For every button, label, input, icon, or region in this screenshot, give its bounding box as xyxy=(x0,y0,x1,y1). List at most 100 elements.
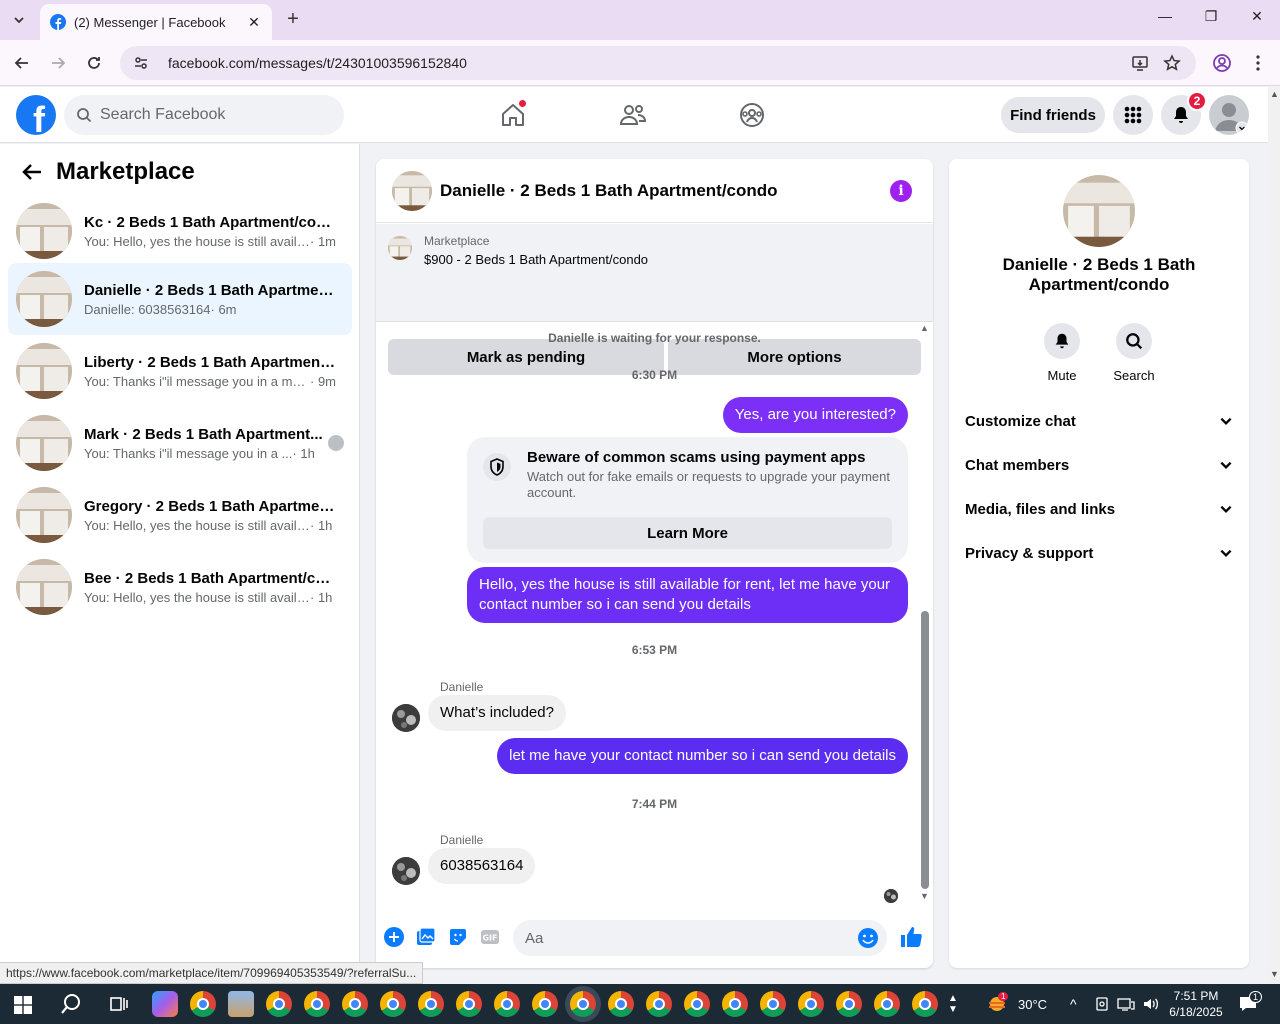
message-input[interactable] xyxy=(525,929,845,947)
sender-avatar[interactable] xyxy=(392,704,420,732)
notification-center-icon[interactable]: 1 xyxy=(1238,984,1263,1024)
chrome-profile-icon[interactable] xyxy=(418,991,444,1017)
chrome-profile-icon[interactable] xyxy=(380,991,406,1017)
taskbar-scroll-icon[interactable]: ▲ ▼ xyxy=(948,984,958,1024)
page-scrollbar[interactable]: ▲ ▼ xyxy=(1268,87,1280,984)
search-input[interactable] xyxy=(100,106,320,124)
back-icon[interactable] xyxy=(10,51,34,75)
task-view-icon[interactable] xyxy=(110,995,128,1018)
account-avatar[interactable] xyxy=(1209,95,1249,135)
tab-search-chevron-icon[interactable] xyxy=(8,9,30,31)
chrome-profile-icon[interactable] xyxy=(342,991,368,1017)
chat-title[interactable]: Danielle · 2 Beds 1 Bath Apartment/condo xyxy=(440,181,890,201)
chrome-profile-icon[interactable] xyxy=(760,991,786,1017)
system-clock[interactable]: 7:51 PM 6/18/2025 xyxy=(1166,984,1226,1024)
message-input-field[interactable] xyxy=(513,920,887,956)
outgoing-message[interactable]: let me have your contact number so i can… xyxy=(497,738,908,774)
chrome-profile-icon[interactable] xyxy=(684,991,710,1017)
url-text[interactable]: facebook.com/messages/t/2430100359615284… xyxy=(168,55,1196,71)
restore-button[interactable]: ❐ xyxy=(1196,8,1226,25)
conversation-item[interactable]: Gregory · 2 Beds 1 Bath Apartment... You… xyxy=(8,483,352,547)
gif-icon[interactable]: GIF xyxy=(479,926,501,948)
conversation-item[interactable]: Kc · 2 Beds 1 Bath Apartment/condo You: … xyxy=(8,199,352,263)
chrome-profile-icon[interactable] xyxy=(912,991,938,1017)
chrome-profile-icon[interactable] xyxy=(494,991,520,1017)
paint-app-icon[interactable] xyxy=(228,991,254,1017)
minimize-button[interactable]: — xyxy=(1150,8,1180,24)
sticker-icon[interactable] xyxy=(447,926,469,948)
site-info-icon[interactable] xyxy=(132,54,150,72)
bookmark-star-icon[interactable] xyxy=(1162,53,1182,73)
groups-icon[interactable] xyxy=(736,99,768,131)
listing-small-thumbnail[interactable] xyxy=(388,236,412,260)
volume-icon[interactable] xyxy=(1142,984,1160,1024)
browser-menu-icon[interactable] xyxy=(1246,51,1270,75)
new-tab-button[interactable]: + xyxy=(282,9,304,31)
weather-widget[interactable]: 1 30°C xyxy=(986,984,1047,1024)
scroll-up-icon[interactable]: ▲ xyxy=(920,323,929,333)
chat-listing-thumbnail[interactable] xyxy=(392,170,432,211)
conversation-item-active[interactable]: Danielle · 2 Beds 1 Bath Apartment... Da… xyxy=(8,263,352,335)
media-files-links-section[interactable]: Media, files and links xyxy=(957,487,1241,531)
photo-icon[interactable] xyxy=(415,926,437,948)
chrome-profile-icon[interactable] xyxy=(532,991,558,1017)
learn-more-button[interactable]: Learn More xyxy=(483,517,892,549)
mute-action[interactable]: Mute xyxy=(1032,323,1092,383)
install-app-icon[interactable] xyxy=(1130,53,1150,73)
chat-members-section[interactable]: Chat members xyxy=(957,443,1241,487)
chrome-profile-icon-active[interactable] xyxy=(570,991,596,1017)
network-icon[interactable] xyxy=(1117,984,1135,1024)
address-bar[interactable]: facebook.com/messages/t/2430100359615284… xyxy=(120,46,1196,80)
thumbs-up-icon[interactable] xyxy=(898,924,924,950)
sender-avatar[interactable] xyxy=(392,857,420,885)
chrome-profile-icon[interactable] xyxy=(266,991,292,1017)
emoji-icon[interactable] xyxy=(857,927,879,954)
profile-icon[interactable] xyxy=(1210,51,1234,75)
plus-icon[interactable] xyxy=(383,926,405,948)
chrome-profile-icon[interactable] xyxy=(456,991,482,1017)
friends-icon[interactable] xyxy=(617,99,649,131)
home-icon[interactable] xyxy=(497,99,529,131)
conversation-item[interactable]: Bee · 2 Beds 1 Bath Apartment/co... You:… xyxy=(8,555,352,619)
windows-start-icon[interactable] xyxy=(14,996,32,1019)
outgoing-message[interactable]: Hello, yes the house is still available … xyxy=(467,567,908,623)
facebook-logo-icon[interactable]: f xyxy=(16,95,56,135)
page-scroll-up-icon[interactable]: ▲ xyxy=(1270,89,1279,99)
notifications-bell-icon[interactable]: 2 xyxy=(1161,91,1207,135)
browser-tab-messenger[interactable]: (2) Messenger | Facebook ✕ xyxy=(40,4,272,40)
outgoing-message[interactable]: Yes, are you interested? xyxy=(722,397,908,433)
reload-icon[interactable] xyxy=(82,51,106,75)
info-listing-thumbnail[interactable] xyxy=(1063,175,1135,247)
tab-close-icon[interactable]: ✕ xyxy=(246,14,262,30)
incoming-message[interactable]: 6038563164 xyxy=(428,848,536,884)
forward-icon[interactable] xyxy=(46,51,70,75)
bell-icon[interactable] xyxy=(1044,323,1080,359)
tray-device-icon[interactable] xyxy=(1094,984,1110,1024)
taskbar-search-icon[interactable] xyxy=(60,993,82,1020)
facebook-search[interactable] xyxy=(64,95,344,135)
chat-scrollbar[interactable]: ▲ ▼ xyxy=(919,323,929,903)
scrollbar-thumb[interactable] xyxy=(921,611,929,889)
listing-price-title[interactable]: $900 - 2 Beds 1 Bath Apartment/condo xyxy=(424,252,648,267)
search-action[interactable]: Search xyxy=(1104,323,1164,383)
info-icon[interactable]: i xyxy=(890,179,912,202)
chrome-profile-icon[interactable] xyxy=(304,991,330,1017)
privacy-support-section[interactable]: Privacy & support xyxy=(957,531,1241,575)
find-friends-button[interactable]: Find friends xyxy=(1001,97,1105,133)
conversation-item[interactable]: Mark · 2 Beds 1 Bath Apartment... You: T… xyxy=(8,411,352,475)
chrome-taskbar-icon[interactable] xyxy=(190,991,216,1017)
chrome-profile-icon[interactable] xyxy=(798,991,824,1017)
close-window-button[interactable]: ✕ xyxy=(1242,8,1272,25)
chrome-profile-icon[interactable] xyxy=(722,991,748,1017)
chrome-profile-icon[interactable] xyxy=(608,991,634,1017)
tray-overflow-icon[interactable]: ^ xyxy=(1070,984,1077,1024)
search-in-chat-icon[interactable] xyxy=(1116,323,1152,359)
back-arrow-icon[interactable] xyxy=(16,156,48,188)
customize-chat-section[interactable]: Customize chat xyxy=(957,399,1241,443)
chrome-profile-icon[interactable] xyxy=(646,991,672,1017)
chrome-profile-icon[interactable] xyxy=(874,991,900,1017)
copilot-icon[interactable] xyxy=(152,991,178,1017)
page-scroll-down-icon[interactable]: ▼ xyxy=(1270,969,1279,979)
incoming-message[interactable]: What’s included? xyxy=(428,695,566,731)
conversation-item[interactable]: Liberty · 2 Beds 1 Bath Apartment/... Yo… xyxy=(8,339,352,403)
